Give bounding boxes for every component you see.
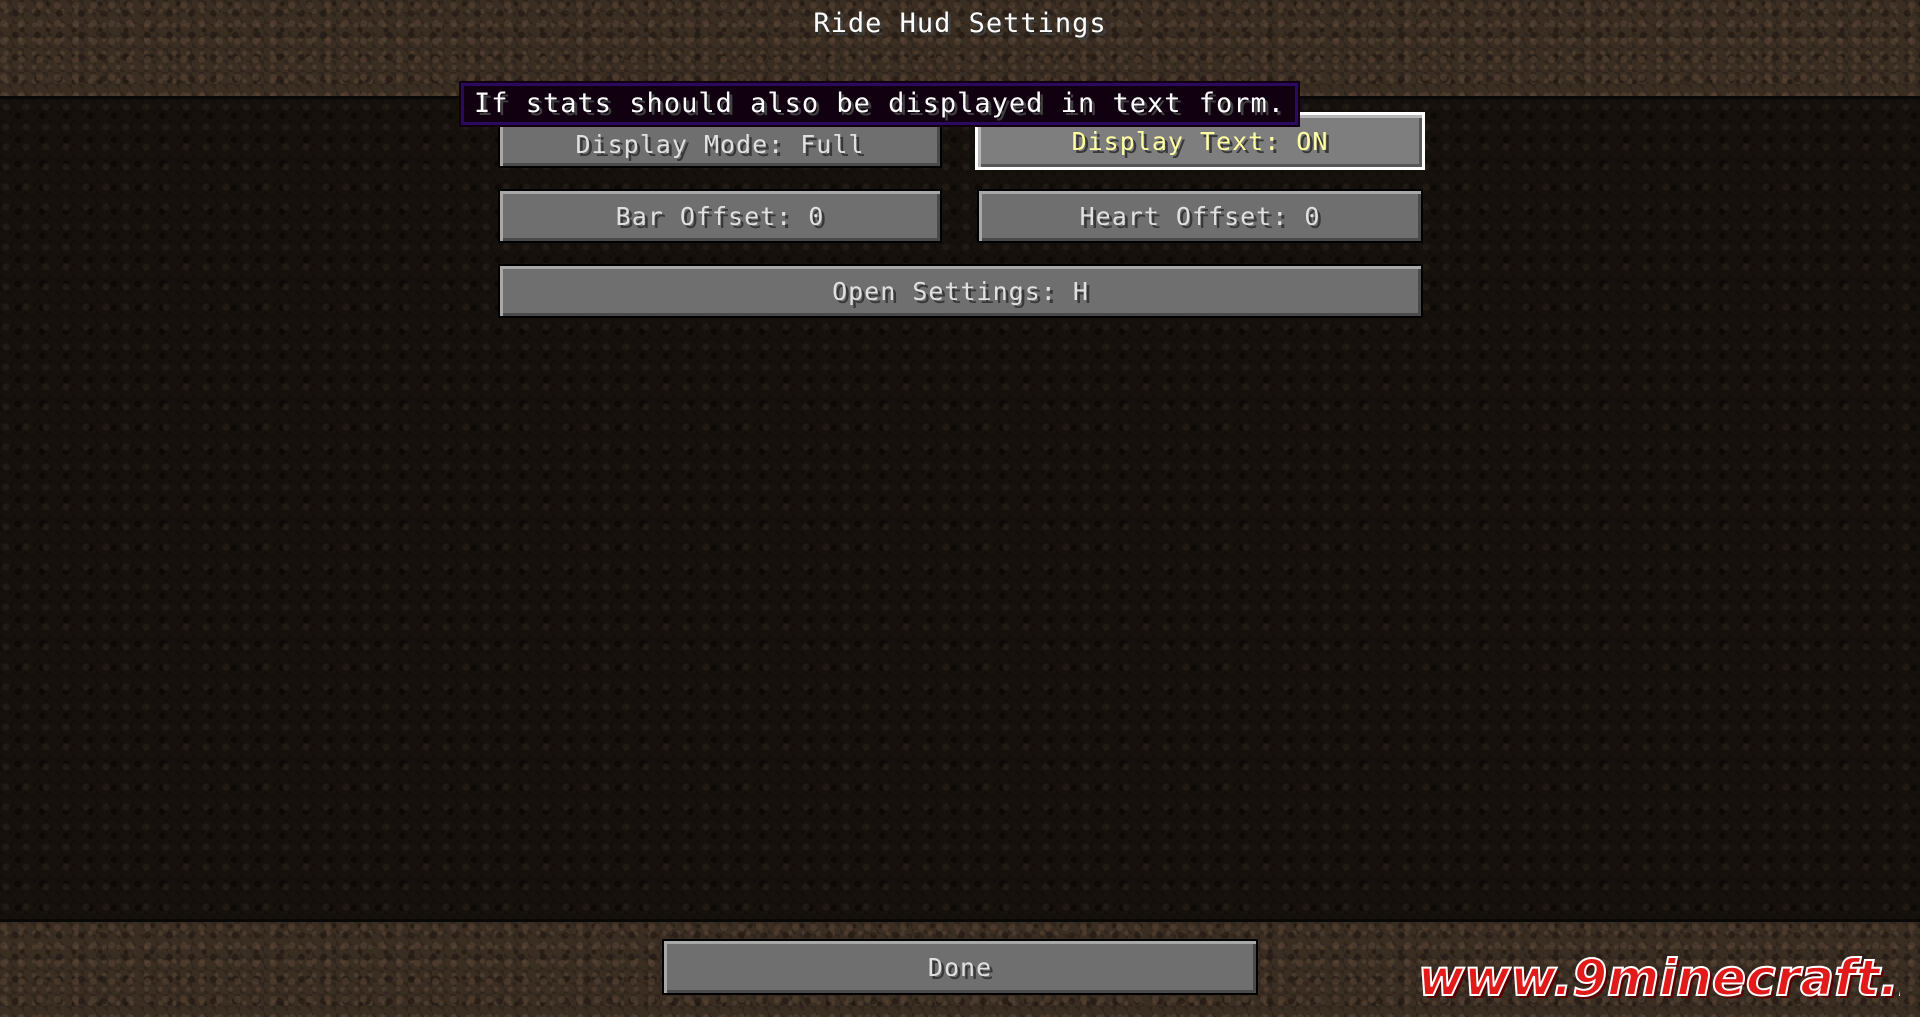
options-list-area [0,99,1920,919]
done-button[interactable]: Done [662,939,1258,995]
bar-offset-button[interactable]: Bar Offset: 0 [498,189,942,243]
display-mode-button[interactable]: Display Mode: Full [498,120,942,168]
tooltip: If stats should also be displayed in tex… [458,81,1301,127]
open-settings-keybind-button[interactable]: Open Settings: H [498,264,1423,318]
watermark-logo: www.9minecraft.net [1418,948,1900,1008]
screen-title: Ride Hud Settings [813,8,1107,39]
heart-offset-button[interactable]: Heart Offset: 0 [977,189,1423,243]
